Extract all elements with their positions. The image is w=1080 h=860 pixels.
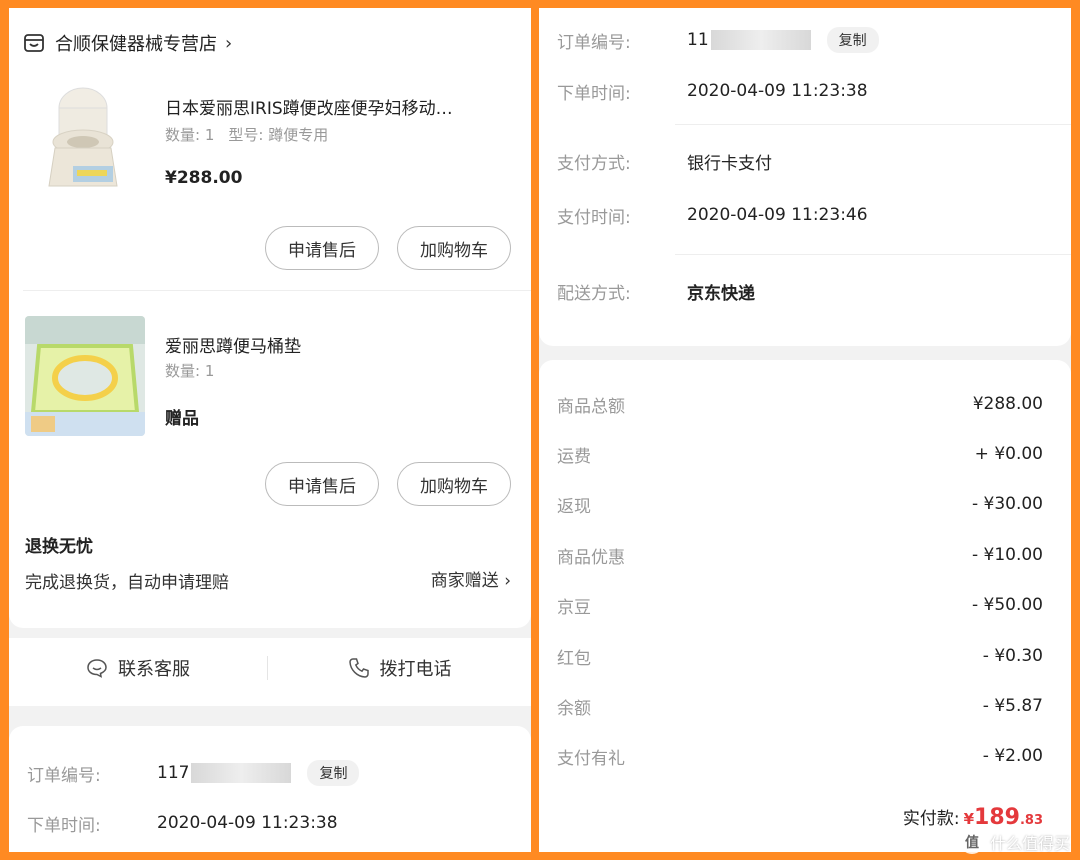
pay-method-row: 支付方式: 银行卡支付 xyxy=(557,146,1051,176)
fee-row: 京豆 - ¥50.00 xyxy=(557,590,1043,620)
redacted-mask xyxy=(191,763,292,783)
fee-row: 运费 + ¥0.00 xyxy=(557,439,1043,469)
fee-row: 余额 - ¥5.87 xyxy=(557,691,1043,721)
order-items-card: 合顺保健器械专营店 › 日本爱丽思IRIS蹲便改座便孕妇移动… 数量: 1 型号… xyxy=(9,8,531,628)
pay-method-value: 银行卡支付 xyxy=(687,153,772,174)
order-time-label: 下单时间: xyxy=(27,815,101,836)
fee-summary-card: 商品总额 ¥288.00 运费 + ¥0.00 返现 - ¥30.00 商品优惠 - ¥… xyxy=(539,360,1071,852)
contact-bar: 联系客服 拨打电话 xyxy=(9,638,531,706)
fee-row: 商品优惠 - ¥10.00 xyxy=(557,540,1043,570)
fee-value: - ¥50.00 xyxy=(971,595,1043,615)
call-phone-label: 拨打电话 xyxy=(379,659,452,680)
fee-row: 商品总额 ¥288.00 xyxy=(557,389,1043,419)
fee-row: 返现 - ¥30.00 xyxy=(557,489,1043,519)
fee-value: ¥288.00 xyxy=(972,394,1043,414)
fee-label: 余额 xyxy=(557,698,591,719)
delivery-value: 京东快递 xyxy=(687,283,755,304)
quantity-label: 数量: 1 xyxy=(165,362,215,380)
copy-order-number-button[interactable]: 复制 xyxy=(826,27,879,53)
order-info-card: 订单编号: 117 复制 下单时间: 2020-04-09 11:23:38 xyxy=(9,726,531,852)
add-to-cart-button[interactable]: 加购物车 xyxy=(397,462,511,506)
order-detail-card: 订单编号: 11 复制 下单时间: 2020-04-09 11:23:38 支付… xyxy=(539,8,1071,346)
total-amount: 189 xyxy=(974,805,1020,830)
order-number-value: 117 xyxy=(157,763,292,783)
order-time-row: 下单时间: 2020-04-09 11:23:38 xyxy=(557,76,1051,106)
order-time-value: 2020-04-09 11:23:38 xyxy=(157,813,338,833)
product-title[interactable]: 爱丽思蹲便马桶垫 xyxy=(165,332,497,357)
pay-time-value: 2020-04-09 11:23:46 xyxy=(687,205,868,225)
watermark-logo: 值 xyxy=(959,830,984,854)
site-watermark: 值 什么值得买 xyxy=(959,830,1070,854)
right-screenshot-panel: 订单编号: 11 复制 下单时间: 2020-04-09 11:23:38 支付… xyxy=(539,8,1071,852)
fee-value: - ¥10.00 xyxy=(971,545,1043,565)
pay-time-row: 支付时间: 2020-04-09 11:23:46 xyxy=(557,200,1051,230)
delivery-row: 配送方式: 京东快递 xyxy=(557,276,1051,306)
product-meta: 数量: 1 型号: 蹲便专用 xyxy=(165,124,328,145)
order-number-value: 11 xyxy=(687,30,811,50)
contact-service-button[interactable]: 联系客服 xyxy=(9,638,267,698)
guarantee-desc: 完成退换货，自动申请理赔 xyxy=(25,573,229,593)
order-number-row: 订单编号: 11 复制 xyxy=(557,25,1051,55)
store-icon xyxy=(24,34,44,52)
merchant-gift-link[interactable]: 商家赠送 › xyxy=(431,566,511,591)
order-time-value: 2020-04-09 11:23:38 xyxy=(687,81,868,101)
fee-label: 运费 xyxy=(557,446,591,467)
fee-label: 支付有礼 xyxy=(557,748,625,769)
guarantee-title: 退换无忧 xyxy=(25,537,93,557)
order-number-label: 订单编号: xyxy=(557,32,631,53)
total-decimals: .83 xyxy=(1019,813,1043,828)
product-price: ¥288.00 xyxy=(165,168,243,188)
product-item: 日本爱丽思IRIS蹲便改座便孕妇移动… 数量: 1 型号: 蹲便专用 ¥288.0… xyxy=(23,78,517,278)
fee-value: - ¥0.30 xyxy=(982,646,1043,666)
fee-value: - ¥5.87 xyxy=(982,696,1043,716)
after-sale-button[interactable]: 申请售后 xyxy=(265,226,379,270)
store-header[interactable]: 合顺保健器械专营店 › xyxy=(23,30,232,56)
toilet-mat-image xyxy=(25,316,145,436)
pay-method-label: 支付方式: xyxy=(557,153,631,174)
delivery-label: 配送方式: xyxy=(557,283,631,304)
after-sale-button[interactable]: 申请售后 xyxy=(265,462,379,506)
fee-label: 返现 xyxy=(557,496,591,517)
chat-icon xyxy=(87,659,107,678)
fee-row: 红包 - ¥0.30 xyxy=(557,641,1043,671)
fee-value: - ¥2.00 xyxy=(982,746,1043,766)
watermark-text: 什么值得买 xyxy=(989,834,1070,853)
left-screenshot-panel: 合顺保健器械专营店 › 日本爱丽思IRIS蹲便改座便孕妇移动… 数量: 1 型号… xyxy=(9,8,531,852)
quantity-label: 数量: 1 xyxy=(165,126,215,144)
item-divider xyxy=(23,290,531,291)
fee-label: 商品优惠 xyxy=(557,547,625,568)
chevron-right-icon: › xyxy=(225,32,233,54)
product-thumbnail[interactable] xyxy=(25,316,145,436)
fee-label: 商品总额 xyxy=(557,396,625,417)
fee-label: 红包 xyxy=(557,648,591,669)
fee-value: - ¥30.00 xyxy=(971,494,1043,514)
fee-label: 京豆 xyxy=(557,597,591,618)
model-label: 型号: 蹲便专用 xyxy=(228,126,329,144)
order-number-row: 订单编号: 117 复制 xyxy=(27,758,511,788)
order-time-label: 下单时间: xyxy=(557,83,631,104)
order-number-label: 订单编号: xyxy=(27,765,101,786)
fee-row: 支付有礼 - ¥2.00 xyxy=(557,741,1043,771)
product-thumbnail[interactable] xyxy=(25,78,145,198)
add-to-cart-button[interactable]: 加购物车 xyxy=(397,226,511,270)
product-title[interactable]: 日本爱丽思IRIS蹲便改座便孕妇移动… xyxy=(165,94,497,119)
total-label: 实付款: xyxy=(902,809,960,829)
section-divider xyxy=(675,124,1071,125)
redacted-mask xyxy=(710,30,811,50)
contact-service-label: 联系客服 xyxy=(118,659,190,680)
product-meta: 数量: 1 xyxy=(165,360,214,381)
section-divider xyxy=(675,254,1071,255)
store-name[interactable]: 合顺保健器械专营店 xyxy=(55,30,217,56)
order-time-row: 下单时间: 2020-04-09 11:23:38 xyxy=(27,808,511,838)
pay-time-label: 支付时间: xyxy=(557,207,631,228)
product-item: 爱丽思蹲便马桶垫 数量: 1 赠品 申请售后 加购物车 xyxy=(23,316,517,516)
fee-value: + ¥0.00 xyxy=(974,444,1043,464)
phone-icon xyxy=(348,658,369,678)
copy-order-number-button[interactable]: 复制 xyxy=(307,760,360,786)
total-paid: 实付款: ¥ 189 .83 xyxy=(903,804,1043,830)
call-phone-button[interactable]: 拨打电话 xyxy=(268,638,531,698)
toilet-seat-image xyxy=(25,78,145,198)
total-currency: ¥ xyxy=(963,810,975,828)
gift-badge: 赠品 xyxy=(165,409,199,429)
